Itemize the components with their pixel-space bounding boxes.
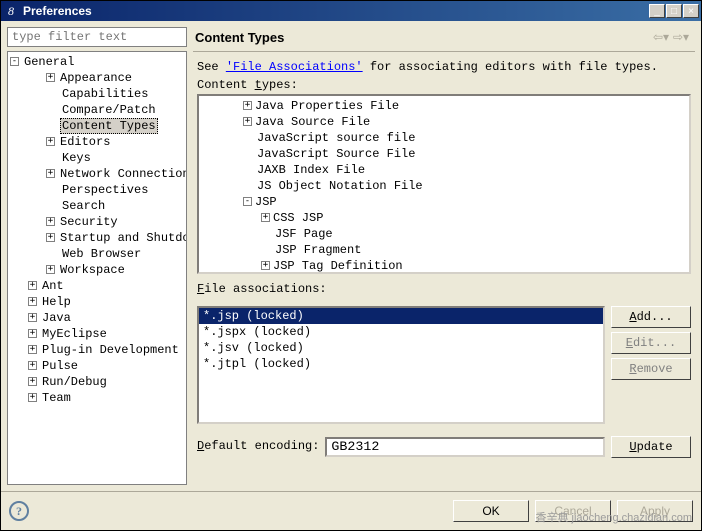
tree-item[interactable]: +Security (10, 214, 184, 230)
maximize-button[interactable]: □ (666, 4, 682, 18)
tree-item[interactable]: +Pulse (10, 358, 184, 374)
default-encoding-label: Default encoding: (197, 439, 319, 453)
tree-item[interactable]: +Appearance (10, 70, 184, 86)
file-association-item[interactable]: *.jsp (locked) (199, 308, 603, 324)
tree-item[interactable]: +Run/Debug (10, 374, 184, 390)
content-type-item[interactable]: JSF Page (201, 226, 687, 242)
preferences-tree[interactable]: -General+AppearanceCapabilitiesCompare/P… (7, 51, 187, 485)
content-types-label: Content types: (197, 78, 691, 92)
apply-button[interactable]: Apply (617, 500, 693, 522)
expand-icon[interactable]: + (243, 101, 252, 110)
file-associations-label: File associations: (197, 282, 691, 296)
preferences-window: 8 Preferences _ □ × -General+AppearanceC… (0, 0, 702, 531)
content-type-item[interactable]: JS Object Notation File (201, 178, 687, 194)
ok-button[interactable]: OK (453, 500, 529, 522)
expand-icon[interactable]: + (28, 377, 37, 386)
expand-icon[interactable]: + (243, 117, 252, 126)
tree-item[interactable]: +Editors (10, 134, 184, 150)
tree-item[interactable]: +MyEclipse (10, 326, 184, 342)
content-type-item[interactable]: +CSS JSP (201, 210, 687, 226)
help-icon[interactable]: ? (9, 501, 29, 521)
close-button[interactable]: × (683, 4, 699, 18)
expand-icon[interactable]: + (261, 261, 270, 270)
content-types-tree[interactable]: +Java Properties File+Java Source FileJa… (197, 94, 691, 274)
expand-icon[interactable]: - (10, 57, 19, 66)
tree-item[interactable]: +Help (10, 294, 184, 310)
remove-button[interactable]: Remove (611, 358, 691, 380)
content-type-item[interactable]: JavaScript source file (201, 130, 687, 146)
page-title: Content Types (195, 30, 651, 45)
file-association-item[interactable]: *.jsv (locked) (199, 340, 603, 356)
tree-item[interactable]: Compare/Patch (10, 102, 184, 118)
forward-icon[interactable]: ⇨▾ (671, 29, 691, 45)
tree-item[interactable]: Content Types (10, 118, 184, 134)
expand-icon[interactable]: + (28, 393, 37, 402)
tree-item[interactable]: Perspectives (10, 182, 184, 198)
titlebar[interactable]: 8 Preferences _ □ × (1, 1, 701, 21)
default-encoding-input[interactable] (325, 437, 605, 457)
expand-icon[interactable]: + (28, 329, 37, 338)
content-type-item[interactable]: JAXB Index File (201, 162, 687, 178)
expand-icon[interactable]: + (46, 233, 55, 242)
tree-item[interactable]: +Ant (10, 278, 184, 294)
tree-item[interactable]: +Plug-in Development (10, 342, 184, 358)
content-type-item[interactable]: +Java Source File (201, 114, 687, 130)
tree-item[interactable]: +Network Connections (10, 166, 184, 182)
expand-icon[interactable]: + (46, 265, 55, 274)
update-button[interactable]: Update (611, 436, 691, 458)
see-text: See 'File Associations' for associating … (197, 60, 691, 74)
file-associations-list[interactable]: *.jsp (locked)*.jspx (locked)*.jsv (lock… (197, 306, 605, 424)
expand-icon[interactable]: + (261, 213, 270, 222)
tree-item[interactable]: +Workspace (10, 262, 184, 278)
expand-icon[interactable]: + (28, 313, 37, 322)
expand-icon[interactable]: + (28, 281, 37, 290)
filter-input[interactable] (7, 27, 187, 47)
minimize-button[interactable]: _ (649, 4, 665, 18)
expand-icon[interactable]: + (28, 345, 37, 354)
expand-icon[interactable]: + (46, 137, 55, 146)
file-associations-link[interactable]: 'File Associations' (226, 60, 363, 74)
expand-icon[interactable]: + (28, 297, 37, 306)
app-icon: 8 (3, 3, 19, 19)
content-type-item[interactable]: JavaScript Source File (201, 146, 687, 162)
tree-item[interactable]: +Team (10, 390, 184, 406)
tree-item[interactable]: Capabilities (10, 86, 184, 102)
add-button[interactable]: Add... (611, 306, 691, 328)
content-type-item[interactable]: JSP Fragment (201, 242, 687, 258)
expand-icon[interactable]: + (28, 361, 37, 370)
back-icon[interactable]: ⇦▾ (651, 29, 671, 45)
cancel-button[interactable]: Cancel (535, 500, 611, 522)
file-association-item[interactable]: *.jtpl (locked) (199, 356, 603, 372)
content-type-item[interactable]: -JSP (201, 194, 687, 210)
tree-item[interactable]: Keys (10, 150, 184, 166)
expand-icon[interactable]: - (243, 197, 252, 206)
content-type-item[interactable]: +Java Properties File (201, 98, 687, 114)
window-title: Preferences (23, 4, 649, 18)
tree-item[interactable]: +Java (10, 310, 184, 326)
expand-icon[interactable]: + (46, 73, 55, 82)
tree-item[interactable]: -General (10, 54, 184, 70)
tree-item[interactable]: Web Browser (10, 246, 184, 262)
file-association-item[interactable]: *.jspx (locked) (199, 324, 603, 340)
edit-button[interactable]: Edit... (611, 332, 691, 354)
expand-icon[interactable]: + (46, 217, 55, 226)
tree-item[interactable]: Search (10, 198, 184, 214)
expand-icon[interactable]: + (46, 169, 55, 178)
tree-item[interactable]: +Startup and Shutdown (10, 230, 184, 246)
content-type-item[interactable]: +JSP Tag Definition (201, 258, 687, 274)
